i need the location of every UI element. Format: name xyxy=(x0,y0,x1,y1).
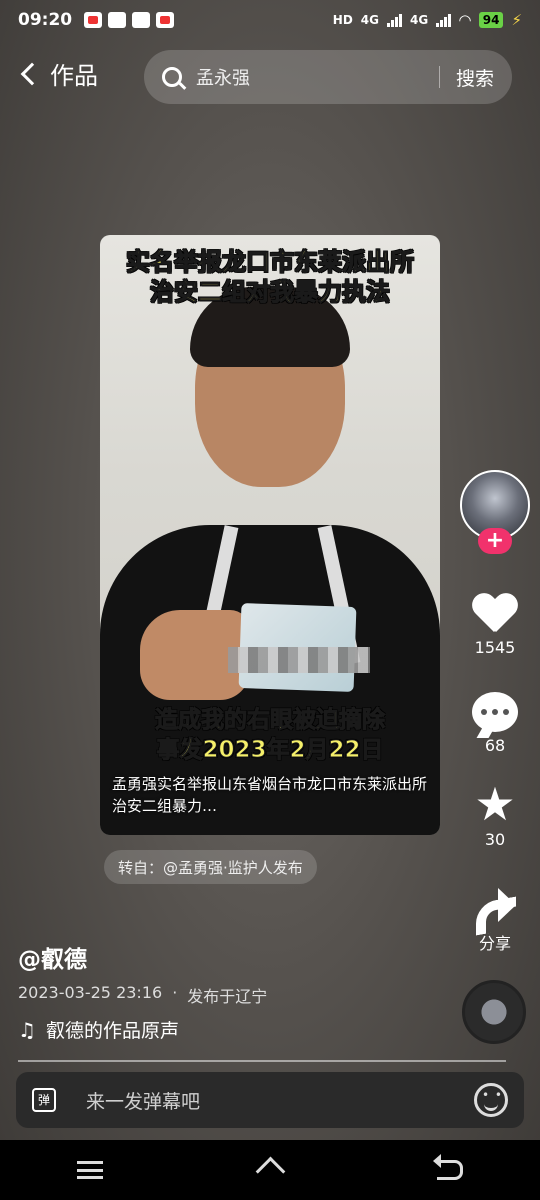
repost-tag[interactable]: 转自：@孟勇强·监护人发布 xyxy=(104,850,317,884)
back-button[interactable]: 作品 xyxy=(18,56,98,91)
favorite-button[interactable]: ★ 30 xyxy=(458,777,532,849)
music-info[interactable]: ♫ 叡德的作品原声 xyxy=(18,1016,179,1043)
search-button[interactable]: 搜索 xyxy=(456,64,494,91)
wifi-icon: ◠ xyxy=(459,11,471,29)
star-icon: ★ xyxy=(474,777,516,831)
post-meta: 2023-03-25 23:16 · 发布于辽宁 xyxy=(18,983,267,1007)
heart-icon xyxy=(472,592,518,634)
comment-icon xyxy=(472,692,518,732)
caption-top-line-1: 实名举报龙口市东莱派出所 xyxy=(126,248,415,277)
post-location: 发布于辽宁 xyxy=(187,987,268,1006)
share-button[interactable]: 分享 xyxy=(458,886,532,954)
video-description[interactable]: 孟勇强实名举报山东省烟台市龙口市东莱派出所治安二组暴力… xyxy=(112,773,430,817)
music-disc-icon[interactable] xyxy=(462,980,526,1044)
search-field[interactable]: 孟永强 搜索 xyxy=(144,50,512,104)
search-query[interactable]: 孟永强 xyxy=(196,64,439,90)
danmaku-input-bar[interactable]: 弹 来一发弹幕吧 xyxy=(16,1072,524,1128)
video-caption-bottom: 造成我的右眼被迫摘除 事发2023年2月22日 xyxy=(100,705,440,765)
battery-level: 94 xyxy=(478,12,504,28)
nav-back-icon[interactable] xyxy=(433,1154,463,1180)
comment-count: 68 xyxy=(484,736,506,755)
status-bar: 09:20 HD 4G 4G ◠ 94 ⚡ xyxy=(0,0,540,40)
video-player[interactable]: 实名举报龙口市东莱派出所 治安二组对我暴力执法 造成我的右眼被迫摘除 事发202… xyxy=(100,235,440,835)
danmaku-input[interactable]: 来一发弹幕吧 xyxy=(86,1087,474,1114)
home-icon[interactable] xyxy=(257,1159,283,1181)
gallery-notification-icon xyxy=(132,12,151,28)
network-4g-1: 4G xyxy=(360,13,379,27)
post-date: 2023-03-25 23:16 xyxy=(18,983,163,1002)
favorite-count: 30 xyxy=(484,830,506,849)
caption-bottom-line-2: 事发2023年2月22日 xyxy=(156,737,384,764)
danmaku-toggle-icon[interactable]: 弹 xyxy=(32,1088,56,1112)
video-progress-bar[interactable] xyxy=(18,1060,506,1062)
music-note-icon: ♫ xyxy=(18,1017,36,1042)
app-notification-icon xyxy=(84,12,103,28)
signal-icon xyxy=(387,13,402,27)
caption-bottom-line-1: 造成我的右眼被迫摘除 xyxy=(155,707,386,734)
notification-icons xyxy=(84,12,175,28)
video-mosaic-blur xyxy=(228,647,370,673)
music-notification-icon xyxy=(156,12,175,28)
emoji-icon[interactable] xyxy=(474,1083,508,1117)
comment-button[interactable]: 68 xyxy=(458,692,532,755)
separator-dot: · xyxy=(172,983,178,1002)
recent-apps-icon[interactable] xyxy=(77,1161,103,1179)
like-button[interactable]: 1545 xyxy=(458,592,532,657)
share-icon xyxy=(472,886,518,926)
status-time: 09:20 xyxy=(18,10,73,30)
music-title: 叡德的作品原声 xyxy=(45,1020,179,1042)
author-name[interactable]: @叡德 xyxy=(18,940,87,974)
search-icon xyxy=(162,67,182,87)
caption-top-line-2: 治安二组对我暴力执法 xyxy=(150,278,391,307)
share-label: 分享 xyxy=(478,934,511,953)
video-caption-top: 实名举报龙口市东莱派出所 治安二组对我暴力执法 xyxy=(100,247,440,307)
like-count: 1545 xyxy=(474,638,516,657)
back-chevron-icon xyxy=(20,62,44,85)
network-4g-2: 4G xyxy=(410,13,429,27)
search-divider xyxy=(438,66,440,88)
system-nav-bar xyxy=(0,1140,540,1200)
follow-button[interactable]: + xyxy=(478,528,512,554)
signal-icon-2 xyxy=(436,13,452,27)
back-label: 作品 xyxy=(50,62,98,90)
top-bar: 作品 孟永强 搜索 xyxy=(0,48,540,106)
hd-indicator: HD xyxy=(332,13,353,27)
video-notification-icon xyxy=(108,12,127,28)
status-indicators: HD 4G 4G ◠ 94 ⚡ xyxy=(333,11,522,29)
charging-icon: ⚡ xyxy=(511,11,522,29)
